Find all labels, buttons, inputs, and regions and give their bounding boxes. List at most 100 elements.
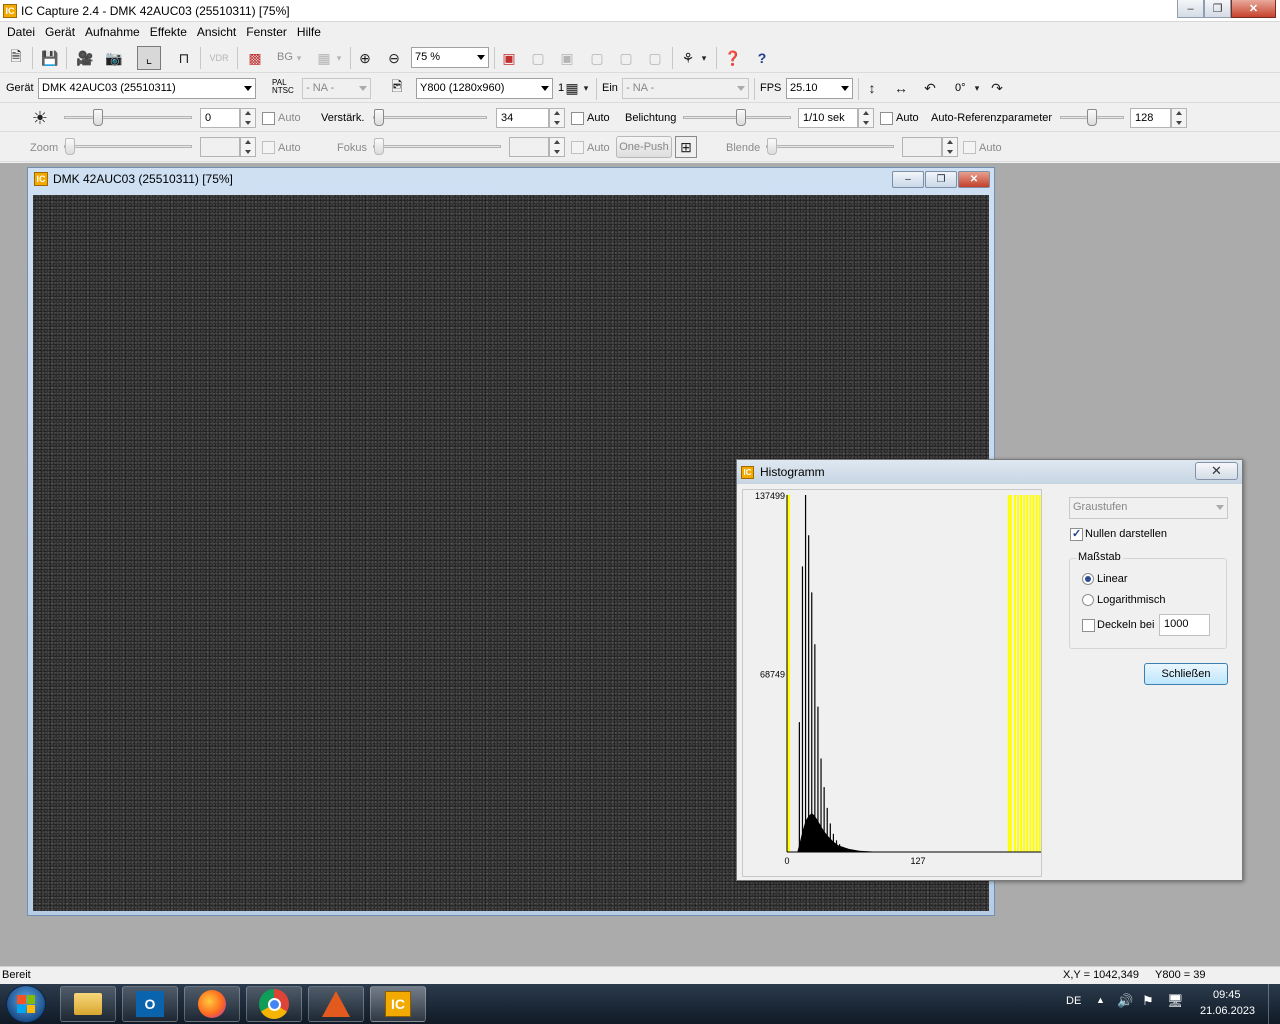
rotate-left-icon[interactable]: ↶ xyxy=(918,76,942,100)
taskbar-ic-capture[interactable]: IC xyxy=(370,986,426,1022)
menu-geraet[interactable]: Gerät xyxy=(40,25,80,39)
device-value: DMK 42AUC03 (25510311) xyxy=(42,82,176,94)
brightness-auto-label: Auto xyxy=(278,112,301,124)
brightness-auto-checkbox[interactable] xyxy=(262,112,275,125)
input-value: - NA - xyxy=(626,82,655,94)
context-help-icon[interactable]: ❓ xyxy=(721,46,745,70)
show-zeros-checkbox[interactable] xyxy=(1070,527,1083,541)
focus-region-icon[interactable]: ⊞ xyxy=(675,136,697,158)
record-video-icon[interactable]: 🎥 xyxy=(73,46,97,70)
autoref-value: 128 xyxy=(1135,112,1154,124)
menu-effekte[interactable]: Effekte xyxy=(145,25,192,39)
properties-toolbar: ☀ 0 Auto Verstärk. 34 Auto Belichtung 1/… xyxy=(0,104,1280,132)
taskbar-explorer[interactable] xyxy=(60,986,116,1022)
taskbar-firefox[interactable] xyxy=(184,986,240,1022)
zoom-out-icon[interactable]: ⊖ xyxy=(382,46,406,70)
language-indicator[interactable]: DE xyxy=(1066,995,1081,1007)
zoom-select[interactable]: 75 % xyxy=(411,47,489,68)
histogram-plot: 137499687490127255 xyxy=(742,489,1058,877)
binning-dropdown-icon[interactable]: ▾ xyxy=(580,76,592,100)
clock-time[interactable]: 09:45 xyxy=(1213,989,1241,1001)
scale-groupbox: Maßstab Linear Logarithmisch Deckeln bei… xyxy=(1069,551,1227,649)
taskbar-outlook[interactable]: O xyxy=(122,986,178,1022)
highlight-bin xyxy=(1020,495,1023,852)
rotate-right-icon[interactable]: ↷ xyxy=(985,76,1009,100)
scale-group-title: Maßstab xyxy=(1076,551,1123,563)
log-radio[interactable] xyxy=(1082,594,1094,606)
flip-horizontal-icon[interactable]: ↔ xyxy=(889,76,913,100)
autoref-spin[interactable]: 128 xyxy=(1130,108,1187,128)
menu-hilfe[interactable]: Hilfe xyxy=(292,25,326,39)
focus-label: Fokus xyxy=(337,142,367,154)
format-select[interactable]: Y800 (1280x960) xyxy=(416,78,553,99)
exposure-slider[interactable] xyxy=(683,108,791,128)
binning-grid-icon[interactable]: ▦ xyxy=(563,76,581,100)
restore-button[interactable]: ❐ xyxy=(1204,0,1231,18)
menu-aufnahme[interactable]: Aufnahme xyxy=(80,25,145,39)
roi-icon[interactable]: ▣ xyxy=(497,46,521,70)
brightness-value: 0 xyxy=(205,112,212,124)
menu-fenster[interactable]: Fenster xyxy=(241,25,292,39)
clock-date[interactable]: 21.06.2023 xyxy=(1200,1005,1255,1017)
new-file-icon[interactable]: 🗎 xyxy=(4,46,28,70)
gain-spin[interactable]: 34 xyxy=(496,108,565,128)
brightness-spin[interactable]: 0 xyxy=(200,108,256,128)
help-icon[interactable]: ? xyxy=(750,46,774,70)
exposure-auto-checkbox[interactable] xyxy=(880,112,893,125)
brightness-slider[interactable] xyxy=(64,108,192,128)
zoom-auto-label: Auto xyxy=(278,142,301,154)
network-tray-icon[interactable]: 🖥 xyxy=(1167,993,1184,1009)
action-center-flag-icon[interactable]: ⚑ xyxy=(1142,993,1154,1009)
menu-ansicht[interactable]: Ansicht xyxy=(192,25,241,39)
exposure-spin[interactable]: 1/10 sek xyxy=(798,108,874,128)
gain-slider[interactable] xyxy=(373,108,487,128)
histogram-chart: 137499687490127255 xyxy=(755,491,1058,866)
tray-expand-icon[interactable]: ▲ xyxy=(1096,995,1105,1005)
window-title: IC Capture 2.4 - DMK 42AUC03 (25510311) … xyxy=(21,3,290,18)
cap-checkbox[interactable] xyxy=(1082,619,1095,632)
autoref-slider[interactable] xyxy=(1060,108,1124,128)
cap-label: Deckeln bei xyxy=(1097,619,1155,631)
video-restore-button[interactable]: ❐ xyxy=(925,171,957,188)
color-icon[interactable]: ▩ xyxy=(243,46,267,70)
ic-capture-icon: IC xyxy=(385,991,411,1017)
menu-datei[interactable]: Datei xyxy=(2,25,40,39)
close-button[interactable]: ✕ xyxy=(1231,0,1276,18)
start-button[interactable] xyxy=(6,985,46,1023)
volume-icon[interactable]: 🔊 xyxy=(1117,993,1133,1009)
taskbar-chrome[interactable] xyxy=(246,986,302,1022)
trigger-icon[interactable]: ⊓ xyxy=(172,46,196,70)
device-select[interactable]: DMK 42AUC03 (25510311) xyxy=(38,78,256,99)
iris-slider xyxy=(766,137,894,157)
show-desktop-button[interactable] xyxy=(1268,984,1280,1024)
histogram-close-icon[interactable]: ✕ xyxy=(1195,462,1238,480)
zoom-label: Zoom xyxy=(30,142,59,154)
videonorm-select: - NA - xyxy=(302,78,371,99)
taskbar-matlab[interactable] xyxy=(308,986,364,1022)
rotation-dropdown-icon[interactable]: ▾ xyxy=(970,76,984,100)
gain-auto-checkbox[interactable] xyxy=(571,112,584,125)
rotation-value[interactable]: 0° xyxy=(955,82,966,94)
status-bar: Bereit X,Y = 1042,349 Y800 = 39 xyxy=(0,966,1280,984)
x-tick-label: 0 xyxy=(784,856,789,866)
main-toolbar: 🗎 💾 🎥 📷 ⌞ ⊓ VDR ▩ BG ▾ ▦ ▾ ⊕ ⊖ 75 % ▣ ▢ … xyxy=(0,43,1280,73)
zoom-slider xyxy=(64,137,192,157)
linear-radio[interactable] xyxy=(1082,573,1094,585)
iris-auto-checkbox xyxy=(963,141,976,154)
histogram-icon[interactable]: ⌞ xyxy=(137,46,161,70)
roi-edit-icon: ▢ xyxy=(531,49,545,66)
snapshot-camera-icon[interactable]: 📷 xyxy=(102,46,126,70)
network-dropdown-icon[interactable]: ▾ xyxy=(697,46,711,70)
minimize-button[interactable]: – xyxy=(1177,0,1204,18)
focus-slider xyxy=(373,137,501,157)
video-minimize-button[interactable]: – xyxy=(892,171,924,188)
highlight-bin xyxy=(788,495,791,852)
video-close-button[interactable]: ✕ xyxy=(958,171,990,188)
flip-vertical-icon[interactable]: ↕ xyxy=(860,76,884,100)
zoom-in-icon[interactable]: ⊕ xyxy=(353,46,377,70)
save-icon[interactable]: 💾 xyxy=(38,46,62,70)
histogram-close-button[interactable]: Schließen xyxy=(1144,663,1228,685)
autoref-label: Auto-Referenzparameter xyxy=(931,112,1053,124)
fps-select[interactable]: 25.10 xyxy=(786,78,853,99)
cap-value-input[interactable]: 1000 xyxy=(1159,614,1210,636)
